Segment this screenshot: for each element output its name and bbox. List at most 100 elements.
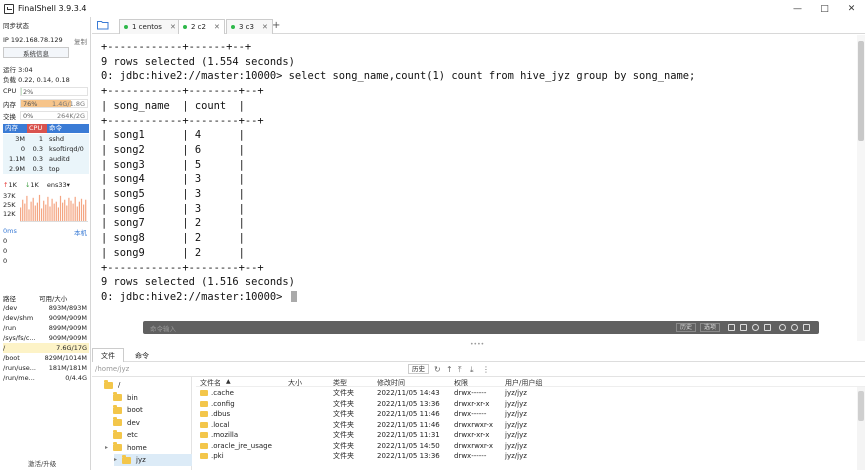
col-type[interactable]: 类型 [333,378,347,388]
disk-row[interactable]: /boot 829M/1014M [3,353,89,363]
col-permission[interactable]: 权限 [454,378,468,388]
download-icon[interactable]: ⤓ [470,365,474,375]
tab-commands[interactable]: 命令 [126,348,158,362]
col-size[interactable]: 大小 [288,378,302,388]
tree-item-boot[interactable]: boot [105,404,143,416]
search-icon[interactable] [752,324,759,331]
tab-files[interactable]: 文件 [92,348,124,362]
network-graph [20,194,88,222]
system-info-button[interactable]: 系统信息 [3,47,69,58]
terminal-output[interactable]: +------------+------+--+ 9 rows selected … [92,35,865,341]
disk-header-path[interactable]: 路径 [3,295,16,303]
tab-label: 2 c2 [191,23,206,31]
sort-asc-icon[interactable]: ▲ [226,378,231,385]
process-command: ksoftirqd/0 [49,145,84,153]
process-row[interactable]: 2.9M 0.3 top [3,164,89,174]
file-list-scrollbar-thumb[interactable] [858,391,864,421]
tree-item-bin[interactable]: bin [105,392,138,404]
file-row[interactable]: .dbus 文件夹 2022/11/05 11:46 drwx------ jyz/jy… [196,409,556,419]
file-row[interactable]: .pki 文件夹 2022/11/05 13:36 drwx------ jyz/jyz [196,451,556,461]
path-input[interactable]: /home/jyz [95,365,129,373]
terminal-line: | song5 | 3 | [101,188,245,201]
disk-row[interactable]: /dev 893M/893M [3,303,89,313]
command-input-bar[interactable]: 命令输入 历史 选项 [143,321,819,334]
file-owner: jyz/jyz [505,399,527,408]
tree-item-home[interactable]: ▸ home [105,442,147,454]
chevron-down-icon[interactable]: ▾ [67,181,70,189]
disk-row[interactable]: /run/use... 181M/181M [3,363,89,373]
close-tab-icon[interactable]: ✕ [262,23,268,31]
command-options-button[interactable]: 选项 [700,323,721,332]
file-owner: jyz/jyz [505,431,527,439]
net-interface[interactable]: ens33 [47,181,67,189]
file-row[interactable]: .config 文件夹 2022/11/05 13:36 drwxr-xr-x jyz/… [196,399,556,409]
open-folder-icon[interactable] [97,20,109,30]
file-row[interactable]: .local 文件夹 2022/11/05 11:46 drwxrwxr-x jyz/j… [196,420,556,430]
tree-item-etc[interactable]: etc [105,429,138,441]
clear-icon[interactable] [764,324,771,331]
process-row[interactable]: 3M 1 sshd [3,134,89,144]
proc-header-cmd[interactable]: 命令 [47,124,89,133]
gear-icon[interactable] [779,324,786,331]
proc-header-cpu[interactable]: CPU [27,124,47,133]
paste-icon[interactable] [740,324,747,331]
finalshell-app-icon [4,3,14,14]
expand-icon[interactable]: ▸ [114,454,120,466]
tree-item-label: bin [127,393,138,402]
copy-ip-link[interactable]: 复制 [74,36,87,46]
tab-1-centos[interactable]: 1 centos ✕ [119,19,181,34]
proc-header-mem[interactable]: 内存 [3,124,27,133]
disk-row[interactable]: / 7.6G/17G [3,343,89,353]
tab-3-c3[interactable]: 3 c3 ✕ [226,19,273,34]
disk-row[interactable]: /run/me... 0/4.4G [3,373,89,383]
disk-row[interactable]: /run 899M/909M [3,323,89,333]
refresh-icon[interactable]: ↻ [434,365,441,374]
terminal-scrollbar[interactable] [857,35,865,341]
settings-icon[interactable] [791,324,798,331]
add-tab-icon[interactable]: + [272,20,280,31]
disk-row[interactable]: /dev/shm 909M/909M [3,313,89,323]
minimize-button[interactable]: — [784,0,811,17]
tree-item-jyz[interactable]: ▸ jyz [114,454,192,466]
col-owner[interactable]: 用户/用户组 [505,378,542,388]
command-input[interactable]: 命令输入 [150,323,176,333]
activate-upgrade-link[interactable]: 激活/升级 [28,458,56,468]
file-row[interactable]: .cache 文件夹 2022/11/05 14:43 drwx------ jyz/j… [196,388,556,398]
command-history-button[interactable]: 历史 [676,323,697,332]
file-type: 文件夹 [333,389,354,397]
tree-item-dev[interactable]: dev [105,417,140,429]
close-tab-icon[interactable]: ✕ [214,23,220,31]
close-tab-icon[interactable]: ✕ [170,23,176,31]
sync-status[interactable]: 同步状态 [3,20,29,30]
file-list-scrollbar[interactable] [857,387,865,470]
disk-header-size[interactable]: 可用/大小 [39,293,67,303]
file-row[interactable]: .oracle_jre_usage 文件夹 2022/11/05 14:50 drwx… [196,441,556,451]
process-cpu: 0.3 [32,165,43,173]
latency-host-label[interactable]: 本机 [74,227,87,237]
file-row[interactable]: .mozilla 文件夹 2022/11/05 11:31 drwxr-xr-x jyz… [196,430,556,440]
tree-item-root[interactable]: / [96,379,120,391]
process-row[interactable]: 0 0.3 ksoftirqd/0 [3,144,89,154]
network-graph-bar [83,204,85,221]
mem-detail: 1.4G/1.8G [52,100,85,108]
process-row[interactable]: 1.1M 0.3 auditd [3,154,89,164]
disk-row[interactable]: /sys/fs/c... 909M/909M [3,333,89,343]
network-graph-bar [74,196,76,221]
process-cpu: 1 [38,135,43,143]
terminal-line: 0: jdbc:hive2://master:10000> select son… [101,70,696,83]
go-up-icon[interactable]: ↑ [446,365,453,374]
tab-2-c2[interactable]: 2 c2 ✕ [178,19,225,34]
maximize-terminal-icon[interactable] [803,324,810,331]
close-button[interactable]: ✕ [838,0,865,17]
tree-item-label: / [118,381,121,389]
col-filename[interactable]: 文件名 [200,378,221,388]
upload-icon[interactable]: ⤒ [458,365,462,375]
terminal-line: +------------+--------+--+ [101,114,264,127]
expand-icon[interactable]: ▸ [105,442,111,454]
terminal-scrollbar-thumb[interactable] [858,41,864,141]
maximize-button[interactable]: □ [811,0,838,17]
copy-icon[interactable] [728,324,735,331]
path-history-button[interactable]: 历史 [408,364,429,374]
more-icon[interactable]: ⋮ [482,365,490,374]
col-mtime[interactable]: 修改时间 [377,378,405,388]
